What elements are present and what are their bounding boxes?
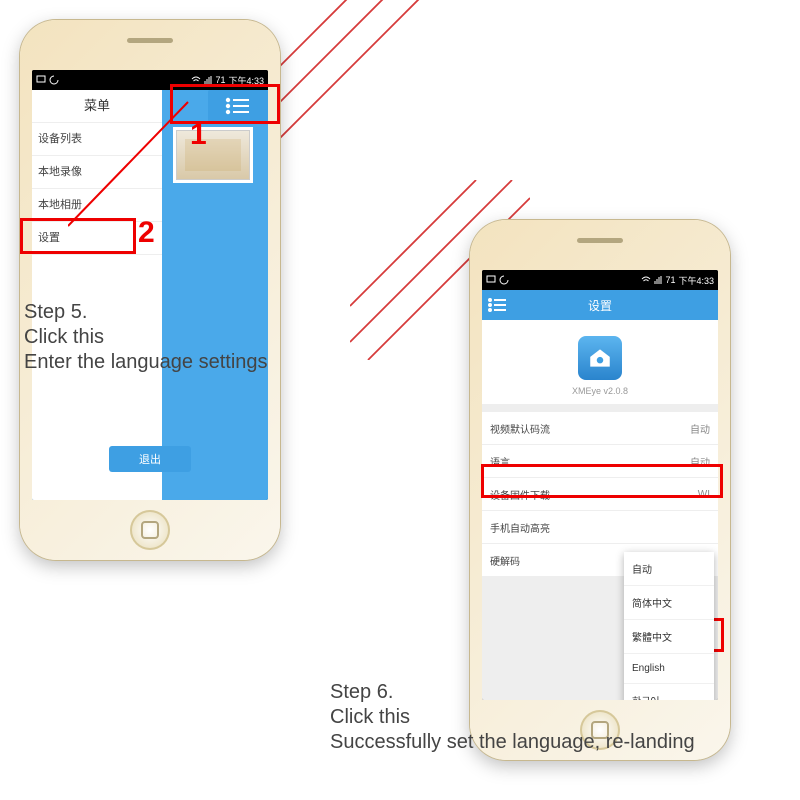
dropdown-item-korean[interactable]: 한국어 [624,684,714,700]
house-eye-icon [587,345,613,371]
settings-row-stream[interactable]: 视频默认码流自动 [482,412,718,445]
step5-title: Step 5. [24,300,268,325]
sync-icon [499,275,509,285]
list-icon [488,298,508,312]
cast-icon [36,75,46,85]
connector-line [68,100,198,230]
title-bar: 设置 [482,290,718,320]
clock-text: 下午4:33 [678,274,714,287]
dropdown-item-simplified[interactable]: 简体中文 [624,586,714,620]
list-icon [225,97,251,115]
battery-text: 71 [665,275,675,285]
cast-icon [486,275,496,285]
language-dropdown: 自动 简体中文 繁體中文 English 한국어 [624,552,714,700]
page-title: 设置 [512,297,688,314]
phone-frame-right: 71 下午4:33 设置 XMEye v2.0.8 视频默认码流自动 语言自动 [470,220,730,760]
dropdown-item-english[interactable]: English [624,654,714,684]
wifi-icon [191,75,201,85]
app-logo [578,336,622,380]
step6-line2: Click this [330,705,695,730]
status-bar: 71 下午4:33 [32,70,268,90]
signal-icon [204,75,212,85]
app-name: XMEye v2.0.8 [482,386,718,396]
dropdown-item-auto[interactable]: 自动 [624,552,714,586]
status-bar: 71 下午4:33 [482,270,718,290]
battery-text: 71 [215,75,225,85]
settings-row-language[interactable]: 语言自动 [482,445,718,478]
settings-row-firmware[interactable]: 设备固件下载WI [482,478,718,511]
step6-line3: Successfully set the language, re-landin… [330,730,695,755]
settings-row-brightness[interactable]: 手机自动高亮 [482,511,718,544]
dropdown-item-traditional[interactable]: 繁體中文 [624,620,714,654]
sync-icon [49,75,59,85]
phone-screen: 71 下午4:33 设置 XMEye v2.0.8 视频默认码流自动 语言自动 [482,270,718,700]
back-menu-button[interactable] [488,298,512,312]
wifi-icon [641,275,651,285]
clock-text: 下午4:33 [228,74,264,87]
signal-icon [654,275,662,285]
step5-line3: Enter the language settings [24,350,268,375]
callout-step5: Step 5. Click this Enter the language se… [24,300,268,375]
step5-line2: Click this [24,325,268,350]
menu-button[interactable] [208,90,268,122]
home-button[interactable] [130,510,170,550]
exit-button[interactable]: 退出 [109,446,191,472]
app-info: XMEye v2.0.8 [482,320,718,404]
